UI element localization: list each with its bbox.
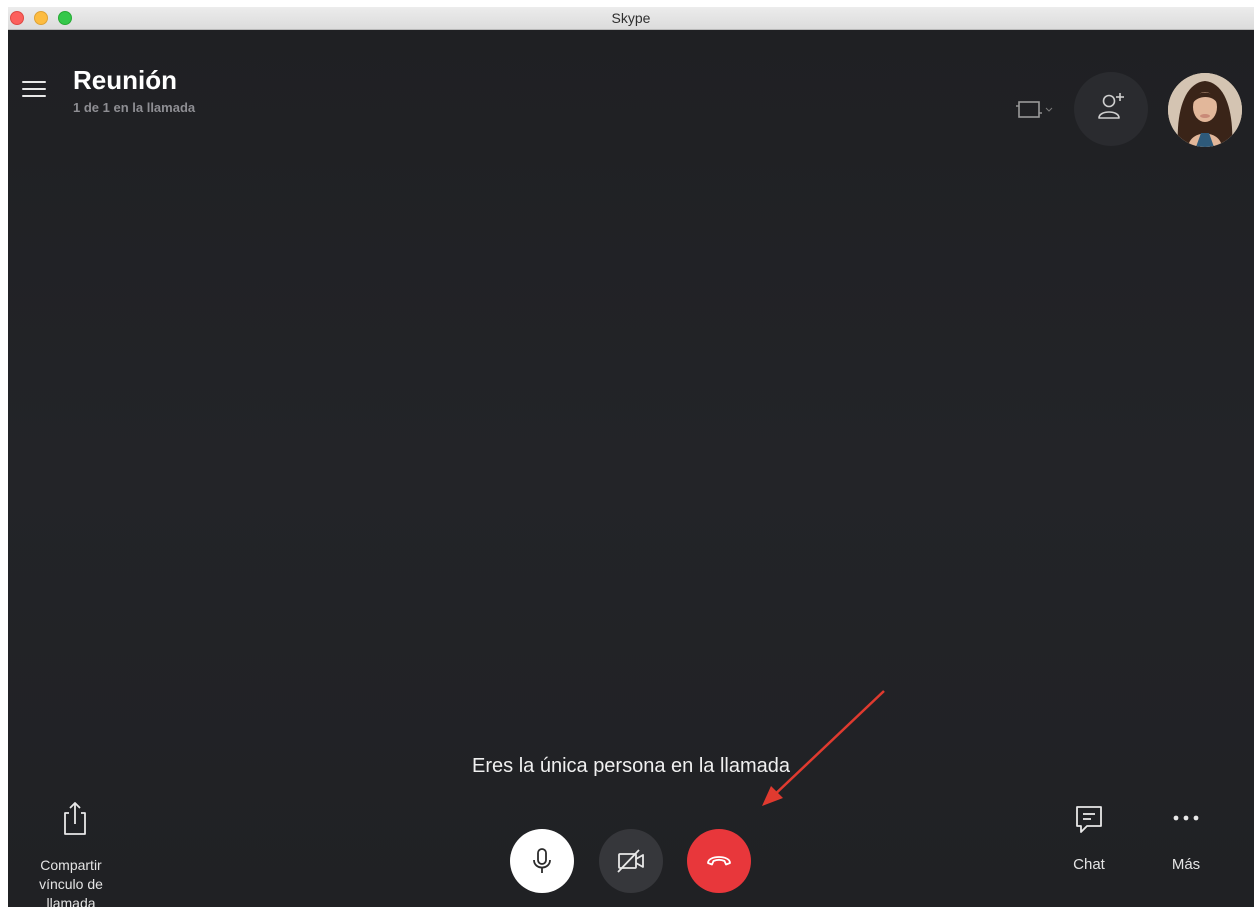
user-photo <box>1168 73 1242 147</box>
video-toggle-button[interactable] <box>599 829 663 893</box>
chat-button[interactable] <box>1072 803 1106 837</box>
hang-up-button[interactable] <box>687 829 751 893</box>
hamburger-menu-icon[interactable] <box>22 78 48 100</box>
microphone-button[interactable] <box>510 829 574 893</box>
microphone-icon <box>533 848 551 873</box>
more-options-button[interactable] <box>1168 803 1204 833</box>
share-link-button[interactable] <box>60 798 90 838</box>
add-person-icon <box>1098 93 1124 119</box>
share-icon <box>64 802 86 835</box>
share-link-label[interactable]: Compartir vínculo de llamada <box>30 856 112 907</box>
window-title: Skype <box>611 10 651 26</box>
chat-label[interactable]: Chat <box>1058 856 1120 873</box>
skype-window: Skype Reunión 1 de 1 en la llamada Eres … <box>8 7 1254 907</box>
more-options-label[interactable]: Más <box>1158 856 1214 873</box>
call-status-message: Eres la única persona en la llamada <box>472 755 790 777</box>
title-bar: Skype <box>8 7 1254 30</box>
screen-layout-button[interactable] <box>1014 98 1058 124</box>
hang-up-icon <box>707 856 731 866</box>
add-person-button[interactable] <box>1074 72 1148 146</box>
chat-icon <box>1076 806 1102 833</box>
video-off-icon <box>617 849 644 873</box>
call-title: Reunión <box>73 65 177 95</box>
avatar[interactable] <box>1168 73 1242 147</box>
participant-count: 1 de 1 en la llamada <box>73 100 196 115</box>
screen-layout-icon <box>1016 101 1053 118</box>
call-stage: Reunión 1 de 1 en la llamada Eres la úni… <box>8 30 1254 907</box>
more-dots-icon <box>1173 815 1199 821</box>
